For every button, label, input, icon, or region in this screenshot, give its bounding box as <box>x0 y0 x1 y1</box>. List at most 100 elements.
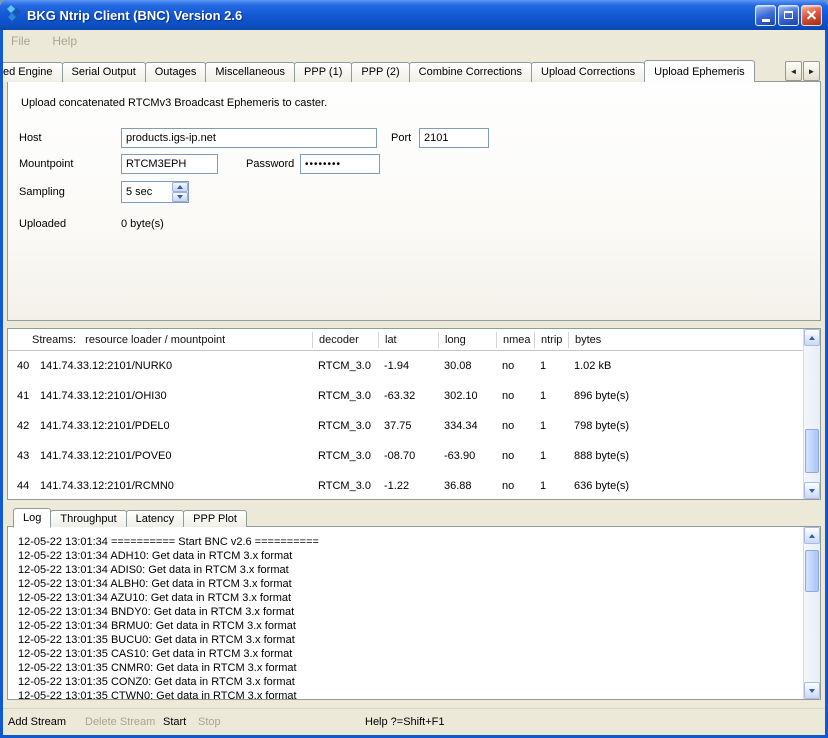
log-line: 12-05-22 13:01:35 CNMR0: Get data in RTC… <box>18 661 803 675</box>
maximize-button[interactable] <box>778 5 799 26</box>
log-line: 12-05-22 13:01:34 ALBH0: Get data in RTC… <box>18 577 803 591</box>
log-line: 12-05-22 13:01:35 BUCU0: Get data in RTC… <box>18 633 803 647</box>
stream-bytes: 888 byte(s) <box>568 450 803 462</box>
stream-source: 141.74.33.12:2101/OHI30 <box>34 390 312 402</box>
tab-outages[interactable]: Outages <box>145 62 207 82</box>
tab-ppp-2[interactable]: PPP (2) <box>351 62 409 82</box>
tab-scroll-left-button[interactable]: ◄ <box>785 61 802 81</box>
app-icon[interactable] <box>6 5 22 26</box>
sampling-up-button[interactable] <box>172 182 188 192</box>
stream-long: 334.34 <box>438 420 496 432</box>
start-button[interactable]: Start <box>163 716 186 728</box>
stream-long: 30.08 <box>438 360 496 372</box>
row-number: 43 <box>8 450 34 462</box>
sampling-down-button[interactable] <box>172 192 188 202</box>
host-input[interactable] <box>121 128 377 148</box>
menu-file[interactable]: File <box>11 34 30 48</box>
stream-row[interactable]: 44 141.74.33.12:2101/RCMN0 RTCM_3.0 -1.2… <box>8 471 803 499</box>
stream-ntrip: 1 <box>534 390 568 402</box>
menu-help[interactable]: Help <box>52 34 77 48</box>
col-header-streams: Streams: resource loader / mountpoint <box>8 332 312 348</box>
stream-long: 36.88 <box>438 480 496 492</box>
app-window: BKG Ntrip Client (BNC) Version 2.6 File … <box>0 0 828 738</box>
tab-ppp-plot[interactable]: PPP Plot <box>183 510 247 527</box>
minimize-button[interactable] <box>755 5 776 26</box>
panel-description: Upload concatenated RTCMv3 Broadcast Eph… <box>21 97 327 109</box>
tab-feed-engine[interactable]: ed Engine <box>3 62 63 82</box>
spin-down-icon <box>177 195 183 199</box>
log-line: 12-05-22 13:01:34 BRMU0: Get data in RTC… <box>18 619 803 633</box>
tab-log[interactable]: Log <box>13 508 51 528</box>
log-scrollbar[interactable] <box>803 527 820 699</box>
streams-scrollbar[interactable] <box>803 329 820 499</box>
stream-lat: -08.70 <box>378 450 438 462</box>
stream-bytes: 636 byte(s) <box>568 480 803 492</box>
stream-lat: -1.94 <box>378 360 438 372</box>
log-line: 12-05-22 13:01:34 ADH10: Get data in RTC… <box>18 549 803 563</box>
log-scroll-down-button[interactable] <box>804 682 820 699</box>
close-icon <box>806 10 817 21</box>
stream-bytes: 1.02 kB <box>568 360 803 372</box>
stop-button[interactable]: Stop <box>198 716 221 728</box>
stream-row[interactable]: 41 141.74.33.12:2101/OHI30 RTCM_3.0 -63.… <box>8 381 803 411</box>
tab-scroll-right-button[interactable]: ► <box>803 61 820 81</box>
spin-up-icon <box>177 185 183 189</box>
streams-scroll-up-button[interactable] <box>804 329 820 346</box>
stream-lat: -1.22 <box>378 480 438 492</box>
delete-stream-button[interactable]: Delete Stream <box>85 716 155 728</box>
stream-row[interactable]: 42 141.74.33.12:2101/PDEL0 RTCM_3.0 37.7… <box>8 411 803 441</box>
streams-scroll-down-button[interactable] <box>804 482 820 499</box>
log-output: 12-05-22 13:01:34 ========== Start BNC v… <box>8 527 803 699</box>
port-input[interactable] <box>419 128 489 148</box>
col-header-nmea: nmea <box>496 332 534 348</box>
add-stream-button[interactable]: Add Stream <box>8 716 66 728</box>
log-line: 12-05-22 13:01:34 ADIS0: Get data in RTC… <box>18 563 803 577</box>
help-hint: Help ?=Shift+F1 <box>365 716 445 728</box>
stream-lat: 37.75 <box>378 420 438 432</box>
row-number: 44 <box>8 480 34 492</box>
tab-miscellaneous[interactable]: Miscellaneous <box>205 62 295 82</box>
log-line: 12-05-22 13:01:35 CTWN0: Get data in RTC… <box>18 689 803 699</box>
tab-throughput[interactable]: Throughput <box>50 510 126 527</box>
tab-serial-output[interactable]: Serial Output <box>62 62 146 82</box>
stream-ntrip: 1 <box>534 420 568 432</box>
col-header-lat: lat <box>378 332 438 348</box>
tab-upload-corrections[interactable]: Upload Corrections <box>531 62 645 82</box>
stream-ntrip: 1 <box>534 450 568 462</box>
tab-ppp-1[interactable]: PPP (1) <box>294 62 352 82</box>
log-line: 12-05-22 13:01:35 CONZ0: Get data in RTC… <box>18 675 803 689</box>
streams-scroll-thumb[interactable] <box>805 429 819 473</box>
stream-nmea: no <box>496 360 534 372</box>
streams-table-body: 40 141.74.33.12:2101/NURK0 RTCM_3.0 -1.9… <box>8 351 803 499</box>
stream-row[interactable]: 40 141.74.33.12:2101/NURK0 RTCM_3.0 -1.9… <box>8 351 803 381</box>
log-panel: 12-05-22 13:01:34 ========== Start BNC v… <box>7 526 821 700</box>
tab-upload-ephemeris[interactable]: Upload Ephemeris <box>644 60 755 82</box>
tab-latency[interactable]: Latency <box>126 510 185 527</box>
arrow-left-icon: ◄ <box>790 67 798 76</box>
stream-nmea: no <box>496 450 534 462</box>
stream-decoder: RTCM_3.0 <box>312 360 378 372</box>
uploaded-label: Uploaded <box>19 218 66 230</box>
stream-decoder: RTCM_3.0 <box>312 450 378 462</box>
log-line: 12-05-22 13:01:34 AZU10: Get data in RTC… <box>18 591 803 605</box>
log-scroll-thumb[interactable] <box>805 550 819 592</box>
sampling-spin-buttons <box>172 182 188 202</box>
sampling-spinbox[interactable] <box>121 181 189 203</box>
log-scroll-up-button[interactable] <box>804 527 820 544</box>
mountpoint-input[interactable] <box>121 154 218 174</box>
maximize-icon <box>784 11 793 19</box>
close-button[interactable] <box>801 5 822 26</box>
stream-source: 141.74.33.12:2101/PDEL0 <box>34 420 312 432</box>
stream-long: -63.90 <box>438 450 496 462</box>
stream-nmea: no <box>496 390 534 402</box>
password-input[interactable] <box>300 154 380 174</box>
stream-row[interactable]: 43 141.74.33.12:2101/POVE0 RTCM_3.0 -08.… <box>8 441 803 471</box>
scroll-down-icon <box>809 489 815 493</box>
title-bar[interactable]: BKG Ntrip Client (BNC) Version 2.6 <box>0 0 828 30</box>
col-header-long: long <box>438 332 496 348</box>
sampling-input[interactable] <box>122 182 172 202</box>
menu-bar: File Help <box>3 30 825 52</box>
tab-combine-corrections[interactable]: Combine Corrections <box>409 62 532 82</box>
scroll-up-icon <box>809 336 815 340</box>
row-number: 42 <box>8 420 34 432</box>
